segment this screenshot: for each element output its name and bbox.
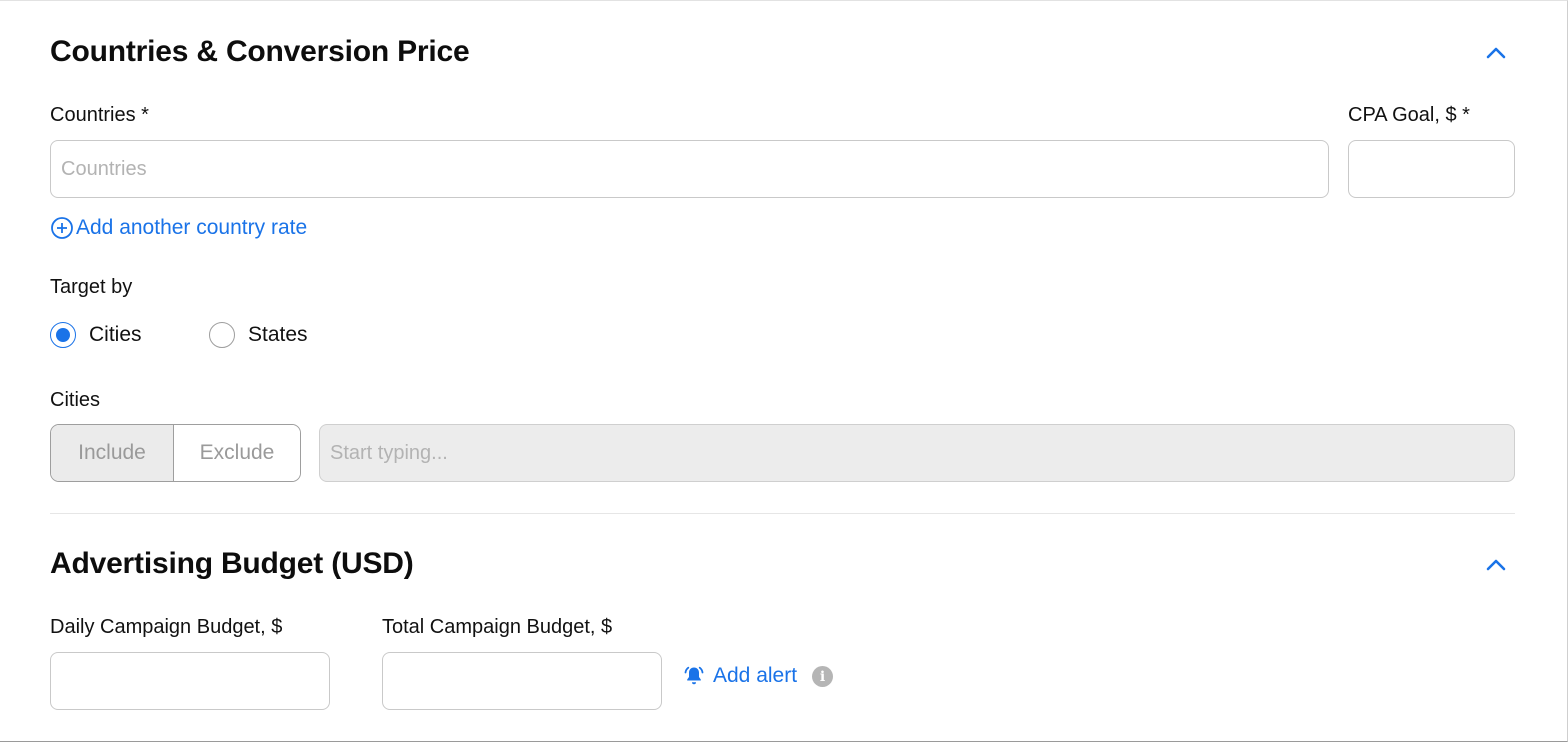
radio-label-cities: Cities — [89, 323, 142, 346]
radio-label-states: States — [248, 323, 308, 346]
page-frame: Countries & Conversion Price Countries *… — [0, 0, 1568, 742]
chevron-up-icon — [1486, 559, 1506, 571]
countries-label: Countries * — [50, 104, 149, 126]
bell-icon — [684, 666, 704, 685]
section-divider — [50, 513, 1515, 514]
total-budget-label: Total Campaign Budget, $ — [382, 616, 613, 638]
exclude-button[interactable]: Exclude — [174, 425, 300, 481]
radio-option-states[interactable]: States — [209, 322, 308, 348]
include-exclude-toggle: Include Exclude — [50, 424, 301, 482]
target-by-label: Target by — [50, 276, 133, 298]
section-title-countries: Countries & Conversion Price — [50, 35, 470, 68]
cpa-goal-input[interactable] — [1348, 140, 1515, 198]
plus-circle-icon — [51, 217, 73, 239]
add-alert-link[interactable]: Add alert — [682, 664, 797, 688]
target-by-radio-group: Cities States — [50, 322, 308, 348]
daily-budget-input[interactable] — [50, 652, 330, 710]
include-button[interactable]: Include — [51, 425, 174, 481]
cities-search-input[interactable] — [319, 424, 1515, 482]
cities-label: Cities — [50, 389, 101, 411]
add-country-rate-label: Add another country rate — [76, 216, 308, 239]
collapse-countries-button[interactable] — [1480, 37, 1512, 69]
cpa-goal-label: CPA Goal, $ * — [1348, 104, 1470, 126]
add-alert-label: Add alert — [713, 664, 798, 687]
radio-button-cities[interactable] — [50, 322, 76, 348]
collapse-budget-button[interactable] — [1480, 549, 1512, 581]
info-icon[interactable]: i — [812, 666, 833, 687]
radio-button-states[interactable] — [209, 322, 235, 348]
daily-budget-label: Daily Campaign Budget, $ — [50, 616, 283, 638]
chevron-up-icon — [1486, 47, 1506, 59]
radio-option-cities[interactable]: Cities — [50, 322, 209, 348]
section-title-budget: Advertising Budget (USD) — [50, 547, 414, 580]
countries-input[interactable] — [50, 140, 1329, 198]
total-budget-input[interactable] — [382, 652, 662, 710]
add-country-rate-link[interactable]: Add another country rate — [50, 216, 307, 240]
